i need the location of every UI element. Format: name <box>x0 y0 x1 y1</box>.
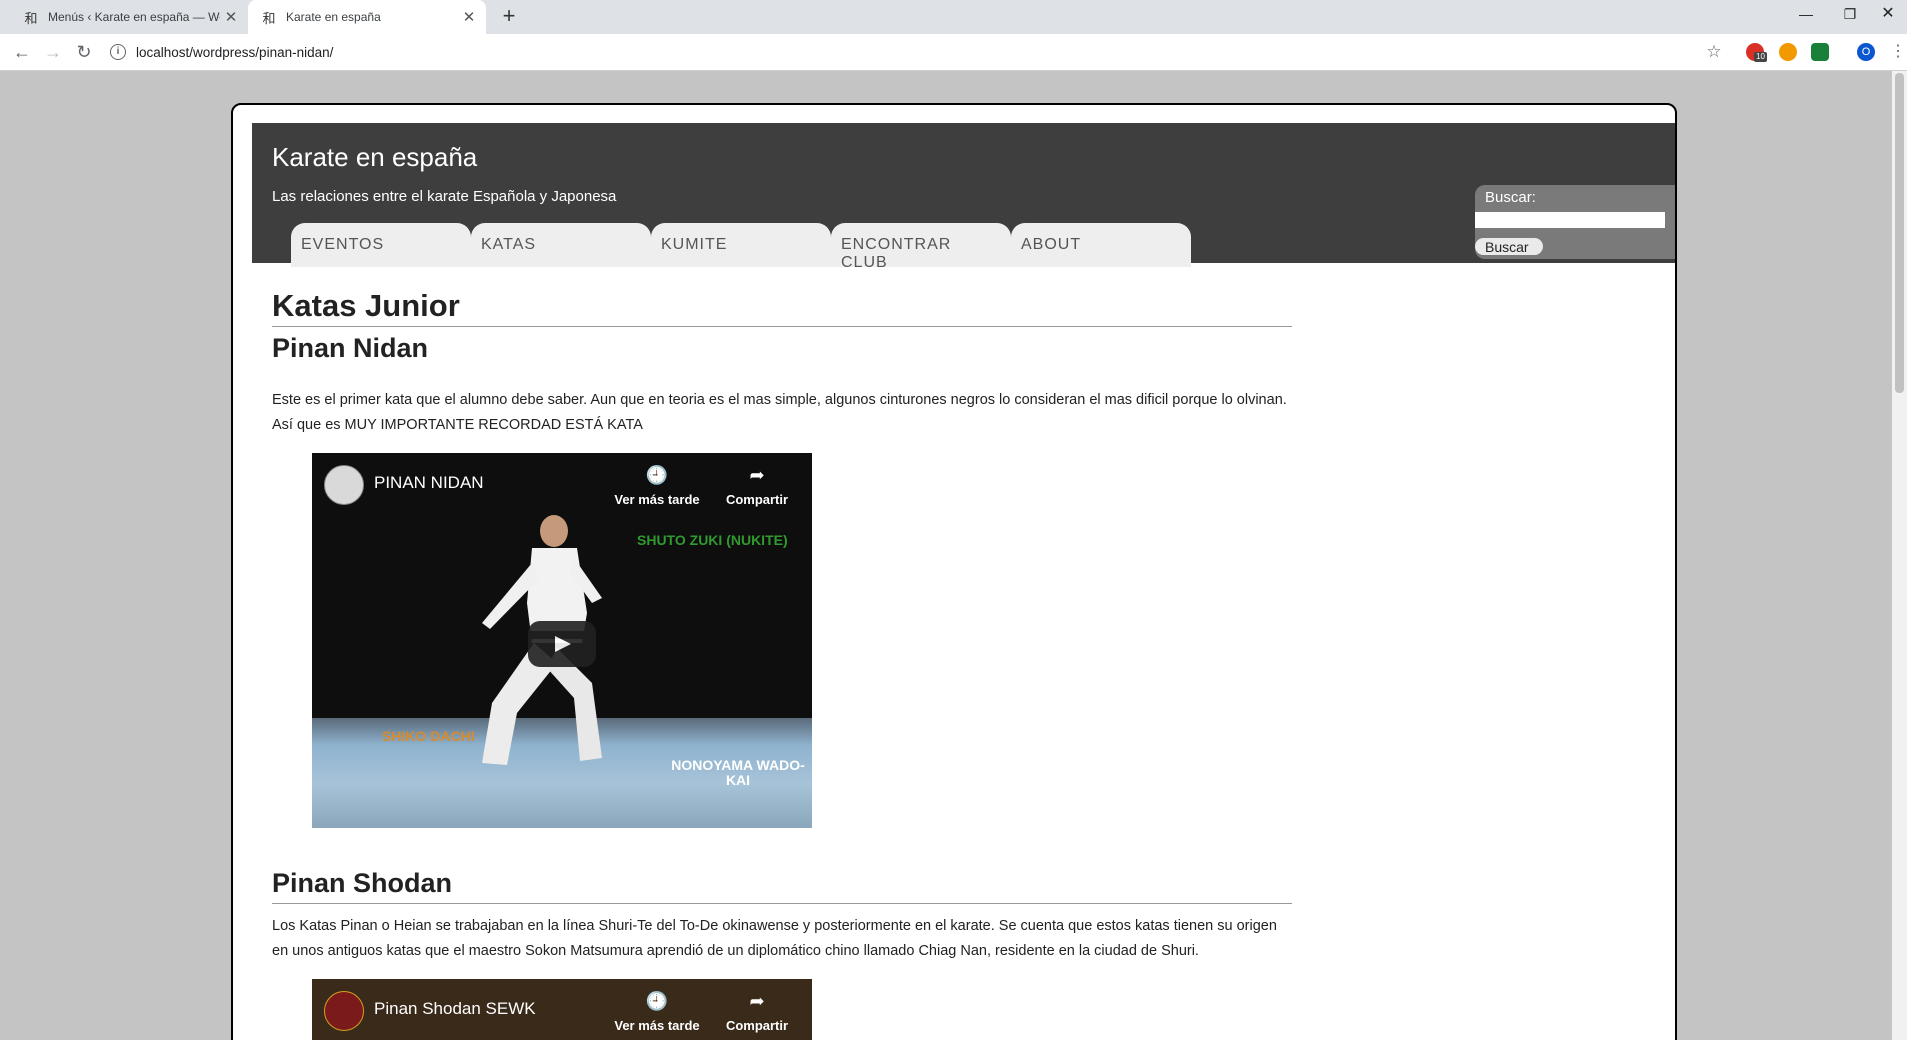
site-description: Las relaciones entre el karate Española … <box>272 188 617 205</box>
watch-later-button[interactable]: 🕘 Ver más tarde <box>612 991 702 1033</box>
video-embed-pinan-shodan[interactable]: Pinan Shodan SEWK 🕘 Ver más tarde ➦ Comp… <box>312 979 812 1040</box>
channel-avatar[interactable] <box>324 465 364 505</box>
watch-later-label: Ver más tarde <box>614 492 700 507</box>
search-widget: Buscar: Buscar <box>1475 185 1675 259</box>
browser-toolbar: ← → ↻ i localhost/wordpress/pinan-nidan/… <box>0 34 1907 71</box>
share-arrow-icon: ➦ <box>749 991 765 1012</box>
page-title: Katas Junior <box>272 265 1292 327</box>
close-tab-icon[interactable]: ✕ <box>220 8 242 26</box>
share-label: Compartir <box>725 492 789 507</box>
clock-icon: 🕘 <box>645 465 669 486</box>
browser-tab-karate[interactable]: 和 Karate en españa ✕ <box>248 0 486 34</box>
profile-avatar-icon[interactable]: O <box>1857 43 1875 61</box>
section-text-pinan-shodan: Los Katas Pinan o Heian se trabajaban en… <box>272 918 1277 959</box>
main-menu: EVENTOS KATAS KUMITE ENCONTRAR CLUB ABOU… <box>291 223 1191 271</box>
address-url[interactable]: localhost/wordpress/pinan-nidan/ <box>136 45 333 60</box>
video-embed-pinan-nidan[interactable]: SHUTO ZUKI (NUKITE) SHIKO DACHI NONOYAMA… <box>312 453 812 828</box>
section-title-pinan-shodan: Pinan Shodan <box>272 868 1292 904</box>
reload-icon[interactable]: ↻ <box>70 38 98 66</box>
video-caption: SHIKO DACHI <box>382 728 475 744</box>
site-header: Karate en españa Las relaciones entre el… <box>252 123 1675 271</box>
share-button[interactable]: ➦ Compartir <box>712 465 802 507</box>
back-arrow-icon[interactable]: ← <box>8 38 36 66</box>
video-title[interactable]: Pinan Shodan SEWK <box>374 999 536 1019</box>
browser-menu-icon[interactable]: ⋮ <box>1890 38 1906 66</box>
watch-later-button[interactable]: 🕘 Ver más tarde <box>612 465 702 507</box>
forward-arrow-icon[interactable]: → <box>39 38 67 66</box>
share-label: Compartir <box>725 1018 789 1033</box>
video-caption: NONOYAMA WADO-KAI <box>671 757 805 788</box>
menu-item-encontrar-club[interactable]: ENCONTRAR CLUB <box>831 223 1011 271</box>
section-text-pinan-nidan: Este es el primer kata que el alumno deb… <box>272 392 1287 433</box>
main-content: Katas Junior Pinan Nidan Este es el prim… <box>272 265 1292 1040</box>
share-arrow-icon: ➦ <box>749 465 765 486</box>
menu-item-katas[interactable]: KATAS <box>471 223 651 267</box>
menu-item-eventos[interactable]: EVENTOS <box>291 223 471 267</box>
search-label: Buscar: <box>1485 189 1536 206</box>
menu-item-about[interactable]: ABOUT <box>1011 223 1191 267</box>
page-scrollbar[interactable] <box>1892 71 1907 1040</box>
share-button[interactable]: ➦ Compartir <box>712 991 802 1033</box>
menu-item-kumite[interactable]: KUMITE <box>651 223 831 267</box>
kanji-favicon-icon: 和 <box>262 11 276 27</box>
search-input[interactable] <box>1475 212 1665 228</box>
minimize-window-icon[interactable]: — <box>1783 0 1829 30</box>
close-tab-icon[interactable]: ✕ <box>458 8 480 26</box>
close-window-icon[interactable]: ✕ <box>1865 0 1907 30</box>
browser-tab-strip: 和 Menús ‹ Karate en españa — Wo ✕ 和 Kara… <box>0 0 1907 34</box>
extension-flame-icon[interactable] <box>1779 43 1797 61</box>
watch-later-label: Ver más tarde <box>614 1018 700 1033</box>
address-bar[interactable]: i localhost/wordpress/pinan-nidan/ <box>110 39 1750 65</box>
video-title[interactable]: PINAN NIDAN <box>374 473 484 493</box>
extension-red-icon[interactable]: 10 <box>1746 43 1767 62</box>
play-button-icon[interactable] <box>528 621 596 667</box>
clock-icon: 🕘 <box>645 991 669 1012</box>
browser-tab-menus[interactable]: 和 Menús ‹ Karate en españa — Wo ✕ <box>10 0 248 34</box>
kanji-favicon-icon: 和 <box>24 11 38 27</box>
bookmark-star-icon[interactable]: ☆ <box>1700 38 1728 66</box>
new-tab-icon[interactable]: + <box>496 4 522 30</box>
site-title[interactable]: Karate en españa <box>272 142 477 173</box>
channel-avatar[interactable] <box>324 991 364 1031</box>
video-caption: SHUTO ZUKI (NUKITE) <box>637 532 788 548</box>
section-title-pinan-nidan: Pinan Nidan <box>272 333 429 363</box>
scrollbar-thumb[interactable] <box>1895 73 1904 393</box>
extension-badge: 10 <box>1754 52 1767 62</box>
search-button[interactable]: Buscar <box>1475 238 1543 255</box>
site-info-icon[interactable]: i <box>110 44 126 60</box>
extension-green-icon[interactable] <box>1811 43 1829 61</box>
page-viewport: Karate en españa Las relaciones entre el… <box>0 71 1907 1040</box>
tab-title: Menús ‹ Karate en españa — Wo <box>48 10 220 24</box>
site-wrapper: Karate en españa Las relaciones entre el… <box>231 103 1677 1040</box>
tab-title: Karate en españa <box>286 10 381 24</box>
